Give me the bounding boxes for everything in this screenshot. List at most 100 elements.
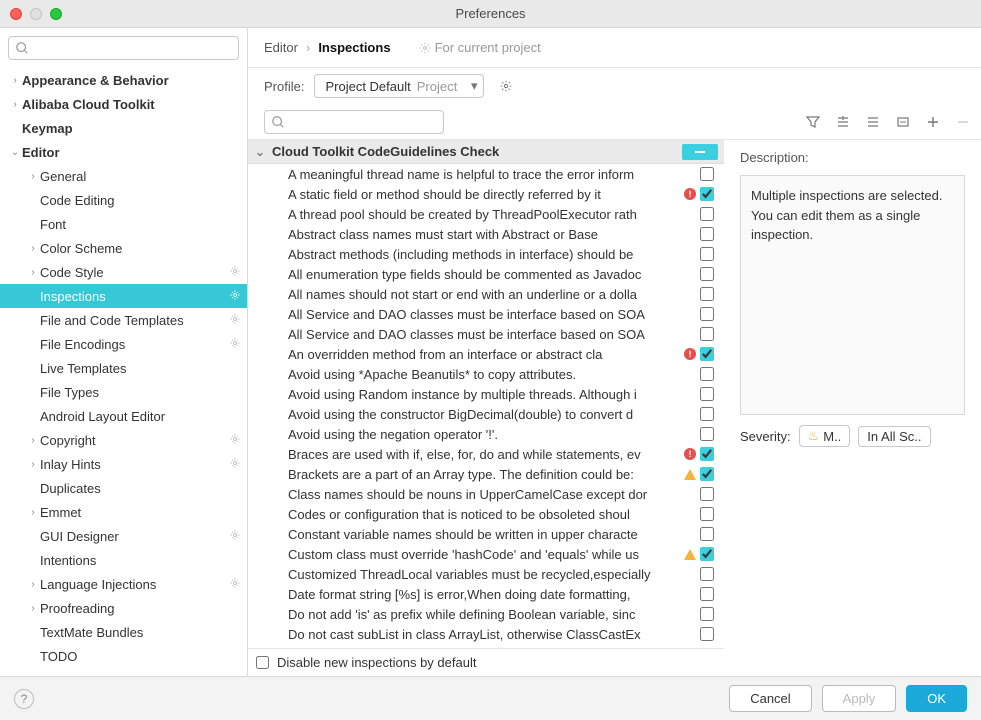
remove-button[interactable] xyxy=(951,110,975,134)
inspection-checkbox[interactable] xyxy=(700,267,714,281)
inspection-row[interactable]: A meaningful thread name is helpful to t… xyxy=(248,164,724,184)
sidebar-item[interactable]: Duplicates xyxy=(0,476,247,500)
scope-select[interactable]: In All Sc.. xyxy=(858,426,930,447)
sidebar-item[interactable]: ›Emmet xyxy=(0,500,247,524)
sidebar-item[interactable]: ›Inlay Hints xyxy=(0,452,247,476)
sidebar-item[interactable]: ›Proofreading xyxy=(0,596,247,620)
sidebar-item[interactable]: Keymap xyxy=(0,116,247,140)
inspection-row[interactable]: Avoid using the negation operator '!'. xyxy=(248,424,724,444)
inspection-checkbox[interactable] xyxy=(700,467,714,481)
sidebar-item[interactable]: Inspections xyxy=(0,284,247,308)
group-checkbox-indeterminate[interactable] xyxy=(682,144,718,160)
sidebar-item[interactable]: ›Color Scheme xyxy=(0,236,247,260)
sidebar-search-input[interactable] xyxy=(29,38,232,58)
inspection-row[interactable]: All Service and DAO classes must be inte… xyxy=(248,304,724,324)
sidebar-item[interactable]: ›Copyright xyxy=(0,428,247,452)
profile-settings-button[interactable] xyxy=(494,74,518,98)
inspection-row[interactable]: Abstract methods (including methods in i… xyxy=(248,244,724,264)
inspection-row[interactable]: Date format string [%s] is error,When do… xyxy=(248,584,724,604)
inspection-row[interactable]: Customized ThreadLocal variables must be… xyxy=(248,564,724,584)
inspection-checkbox[interactable] xyxy=(700,167,714,181)
inspection-checkbox[interactable] xyxy=(700,567,714,581)
inspection-search[interactable] xyxy=(264,110,444,134)
sidebar-item[interactable]: File Types xyxy=(0,380,247,404)
sidebar-item-label: Language Injections xyxy=(40,577,229,592)
sidebar-item[interactable]: GUI Designer xyxy=(0,524,247,548)
sidebar-item[interactable]: Font xyxy=(0,212,247,236)
inspection-checkbox[interactable] xyxy=(700,387,714,401)
inspection-checkbox[interactable] xyxy=(700,487,714,501)
inspection-checkbox[interactable] xyxy=(700,587,714,601)
severity-select[interactable]: ♨M.. xyxy=(799,425,851,447)
ok-button[interactable]: OK xyxy=(906,685,967,712)
sidebar-item[interactable]: File and Code Templates xyxy=(0,308,247,332)
expand-all-button[interactable] xyxy=(831,110,855,134)
inspection-group-header[interactable]: ⌄ Cloud Toolkit CodeGuidelines Check xyxy=(248,140,724,164)
inspection-row[interactable]: All names should not start or end with a… xyxy=(248,284,724,304)
inspection-checkbox[interactable] xyxy=(700,347,714,361)
sidebar-item[interactable]: ›Alibaba Cloud Toolkit xyxy=(0,92,247,116)
sidebar-item[interactable]: ›Code Style xyxy=(0,260,247,284)
sidebar-item[interactable]: Code Editing xyxy=(0,188,247,212)
inspection-checkbox[interactable] xyxy=(700,627,714,641)
inspection-checkbox[interactable] xyxy=(700,187,714,201)
inspection-checkbox[interactable] xyxy=(700,327,714,341)
sidebar-item[interactable]: File Encodings xyxy=(0,332,247,356)
inspection-row[interactable]: Class names should be nouns in UpperCame… xyxy=(248,484,724,504)
collapse-all-button[interactable] xyxy=(861,110,885,134)
sidebar-search[interactable] xyxy=(8,36,239,60)
cancel-button[interactable]: Cancel xyxy=(729,685,811,712)
reset-button[interactable] xyxy=(891,110,915,134)
inspection-checkbox[interactable] xyxy=(700,207,714,221)
inspection-list[interactable]: ⌄ Cloud Toolkit CodeGuidelines Check A m… xyxy=(248,140,724,648)
inspection-checkbox[interactable] xyxy=(700,307,714,321)
inspection-checkbox[interactable] xyxy=(700,427,714,441)
sidebar-item[interactable]: ›Appearance & Behavior xyxy=(0,68,247,92)
inspection-checkbox[interactable] xyxy=(700,367,714,381)
inspection-checkbox[interactable] xyxy=(700,547,714,561)
inspection-search-input[interactable] xyxy=(285,112,448,132)
inspection-row[interactable]: An overridden method from an interface o… xyxy=(248,344,724,364)
disable-new-checkbox[interactable] xyxy=(256,656,269,669)
help-button[interactable]: ? xyxy=(14,689,34,709)
inspection-row[interactable]: Do not add 'is' as prefix while defining… xyxy=(248,604,724,624)
inspection-row[interactable]: A thread pool should be created by Threa… xyxy=(248,204,724,224)
filter-button[interactable] xyxy=(801,110,825,134)
inspection-row[interactable]: Avoid using *Apache Beanutils* to copy a… xyxy=(248,364,724,384)
inspection-checkbox[interactable] xyxy=(700,607,714,621)
profile-select[interactable]: Project Default Project ▾ xyxy=(314,74,484,98)
inspection-checkbox[interactable] xyxy=(700,447,714,461)
inspection-row[interactable]: Constant variable names should be writte… xyxy=(248,524,724,544)
inspection-row[interactable]: Codes or configuration that is noticed t… xyxy=(248,504,724,524)
inspection-row[interactable]: Braces are used with if, else, for, do a… xyxy=(248,444,724,464)
add-button[interactable] xyxy=(921,110,945,134)
inspection-row[interactable]: Avoid using Random instance by multiple … xyxy=(248,384,724,404)
inspection-row[interactable]: Abstract class names must start with Abs… xyxy=(248,224,724,244)
inspection-row[interactable]: All Service and DAO classes must be inte… xyxy=(248,324,724,344)
inspection-row[interactable]: Custom class must override 'hashCode' an… xyxy=(248,544,724,564)
sidebar-item[interactable]: TODO xyxy=(0,644,247,668)
sidebar-item[interactable]: TextMate Bundles xyxy=(0,620,247,644)
settings-tree[interactable]: ›Appearance & Behavior›Alibaba Cloud Too… xyxy=(0,68,247,676)
inspection-checkbox[interactable] xyxy=(700,247,714,261)
sidebar-item[interactable]: Live Templates xyxy=(0,356,247,380)
inspection-checkbox[interactable] xyxy=(700,527,714,541)
sidebar-item[interactable]: ›General xyxy=(0,164,247,188)
inspection-row[interactable]: A static field or method should be direc… xyxy=(248,184,724,204)
inspection-row[interactable]: Do not cast subList in class ArrayList, … xyxy=(248,624,724,644)
inspection-checkbox[interactable] xyxy=(700,407,714,421)
inspection-row[interactable]: Brackets are a part of an Array type. Th… xyxy=(248,464,724,484)
inspection-row[interactable]: All enumeration type fields should be co… xyxy=(248,264,724,284)
sidebar-item[interactable]: ›Language Injections xyxy=(0,572,247,596)
chevron-icon: › xyxy=(26,579,40,590)
inspection-row[interactable]: Avoid using the constructor BigDecimal(d… xyxy=(248,404,724,424)
gear-icon xyxy=(229,433,247,448)
sidebar-item[interactable]: ⌄Editor xyxy=(0,140,247,164)
inspection-checkbox[interactable] xyxy=(700,507,714,521)
breadcrumb-parent[interactable]: Editor xyxy=(264,40,298,55)
sidebar-item-label: Keymap xyxy=(22,121,247,136)
inspection-checkbox[interactable] xyxy=(700,227,714,241)
sidebar-item[interactable]: Android Layout Editor xyxy=(0,404,247,428)
inspection-checkbox[interactable] xyxy=(700,287,714,301)
sidebar-item[interactable]: Intentions xyxy=(0,548,247,572)
